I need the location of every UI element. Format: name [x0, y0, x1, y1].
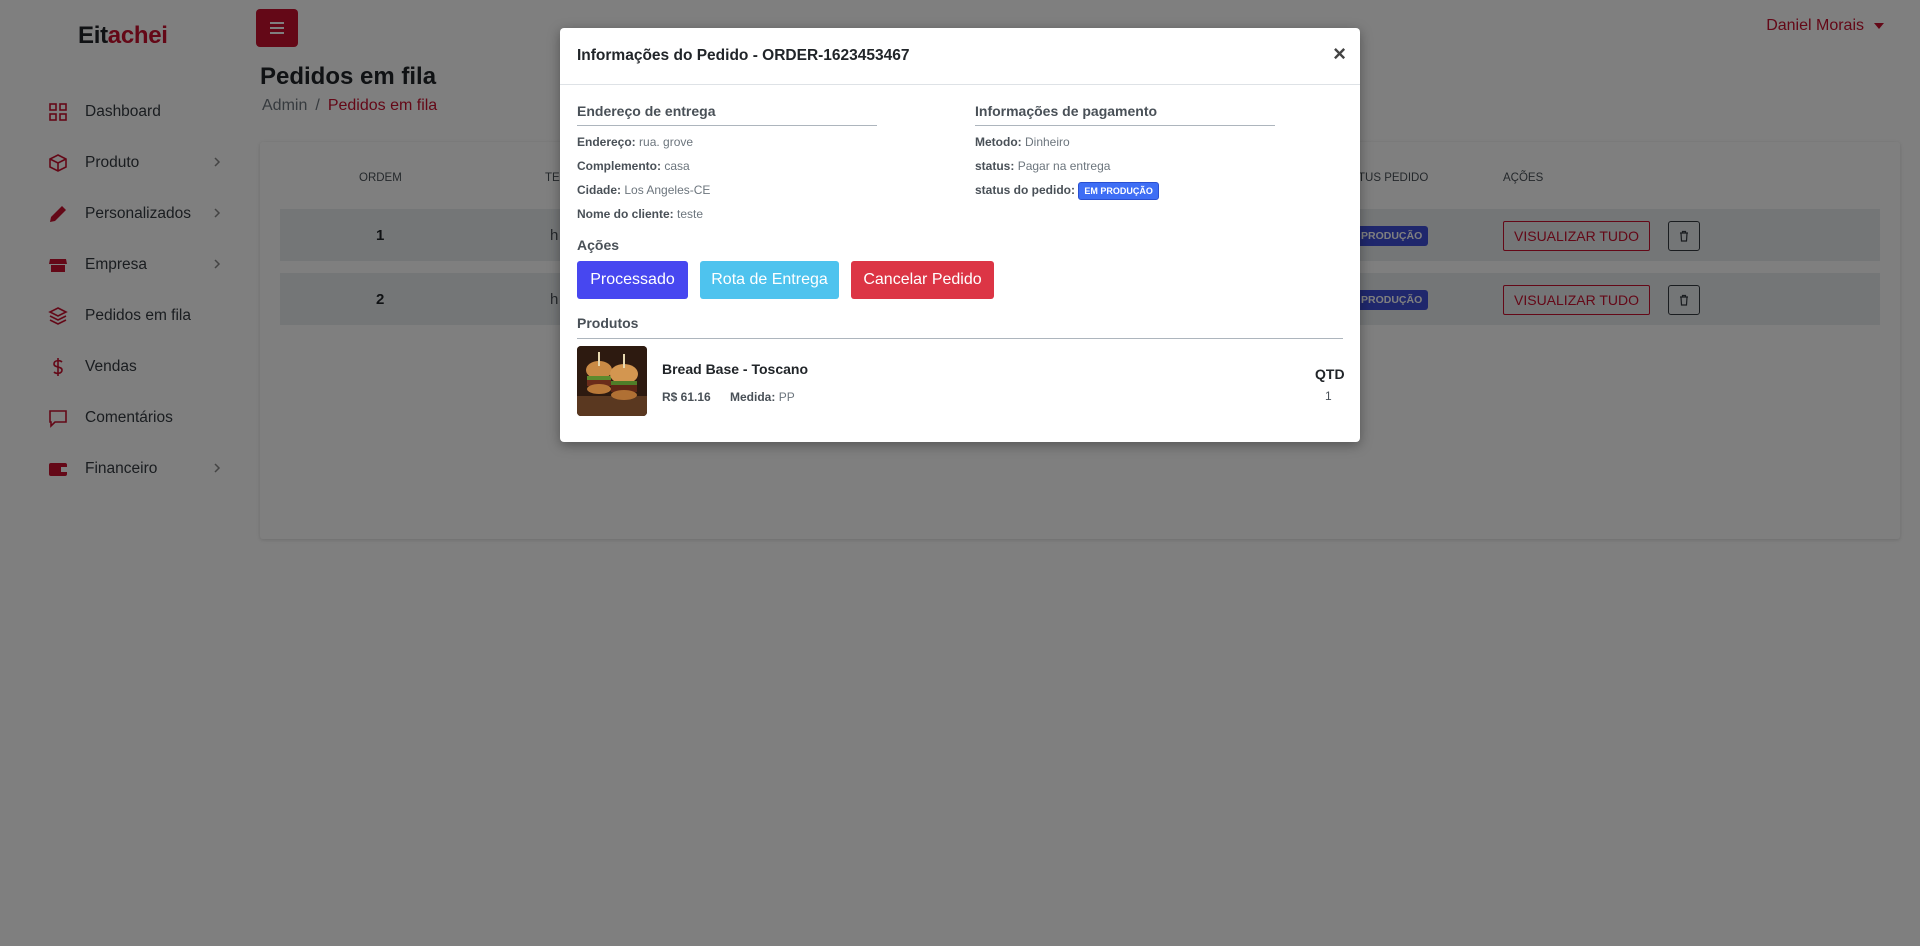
- order-status-badge: EM PRODUÇÃO: [1078, 182, 1159, 200]
- processed-button[interactable]: Processado: [577, 261, 688, 299]
- order-info-modal: Informações do Pedido - ORDER-1623453467…: [560, 28, 1360, 442]
- modal-header: Informações do Pedido - ORDER-1623453467…: [560, 28, 1360, 85]
- products-divider: [577, 338, 1343, 339]
- delivery-address: Endereço: rua. grove: [577, 135, 693, 149]
- product-size-label: Medida:: [730, 390, 776, 404]
- delivery-divider: [577, 125, 877, 126]
- order-status-label: status do pedido:: [975, 183, 1075, 198]
- burger-image-icon: [577, 346, 647, 416]
- delivery-address-label: Endereço:: [577, 135, 636, 149]
- delivery-complement-value: casa: [664, 159, 690, 173]
- product-image: [577, 346, 647, 416]
- payment-method: Metodo: Dinheiro: [975, 135, 1070, 149]
- delivery-address-value: rua. grove: [639, 135, 694, 149]
- close-icon[interactable]: ×: [1333, 43, 1346, 65]
- order-status: status do pedido: EM PRODUÇÃO: [975, 182, 1159, 200]
- payment-method-label: Metodo:: [975, 135, 1022, 149]
- modal-title: Informações do Pedido - ORDER-1623453467: [577, 47, 910, 64]
- delivery-complement: Complemento: casa: [577, 159, 690, 173]
- delivery-city-label: Cidade:: [577, 183, 622, 197]
- payment-section-title: Informações de pagamento: [975, 103, 1158, 119]
- payment-status-label: status:: [975, 159, 1015, 173]
- products-section-title: Produtos: [577, 315, 639, 331]
- payment-method-value: Dinheiro: [1025, 135, 1070, 149]
- product-price: R$ 61.16: [662, 390, 711, 404]
- delivery-complement-label: Complemento:: [577, 159, 661, 173]
- cancel-order-button[interactable]: Cancelar Pedido: [851, 261, 994, 299]
- customer-name-label: Nome do cliente:: [577, 207, 674, 221]
- delivery-city-value: Los Angeles-CE: [624, 183, 711, 197]
- payment-status-value: Pagar na entrega: [1017, 159, 1111, 173]
- payment-divider: [975, 125, 1275, 126]
- quantity-label: QTD: [1315, 366, 1345, 382]
- customer-name-value: teste: [677, 207, 704, 221]
- product-size-value: PP: [778, 390, 795, 404]
- product-name: Bread Base - Toscano: [662, 361, 809, 377]
- delivery-section-title: Endereço de entrega: [577, 103, 716, 119]
- actions-section-title: Ações: [577, 237, 620, 253]
- quantity-value: 1: [1325, 389, 1332, 403]
- customer-name: Nome do cliente: teste: [577, 207, 703, 221]
- payment-status: status: Pagar na entrega: [975, 159, 1110, 173]
- product-size: Medida: PP: [730, 390, 795, 404]
- delivery-city: Cidade: Los Angeles-CE: [577, 183, 710, 197]
- delivery-route-button[interactable]: Rota de Entrega: [700, 261, 839, 299]
